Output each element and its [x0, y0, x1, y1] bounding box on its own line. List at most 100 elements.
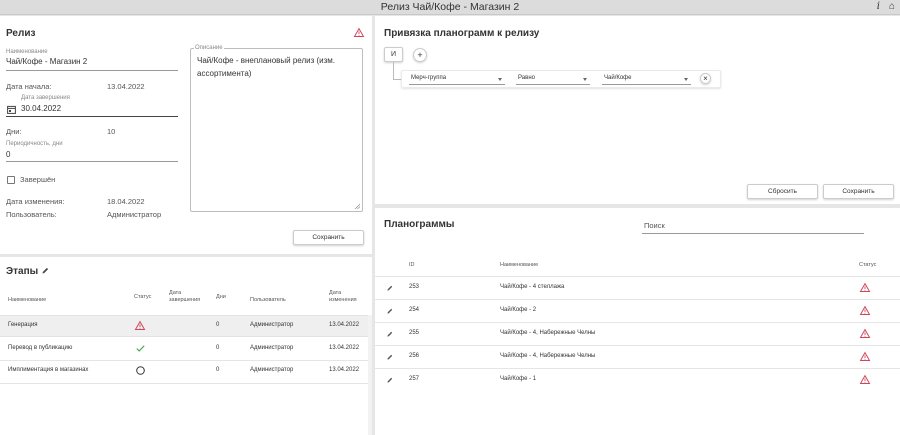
planogram-name: Чай/Кофе - 1	[500, 376, 537, 382]
planogram-id: 257	[409, 376, 420, 382]
stages-col-days: Дни	[216, 294, 226, 300]
end-date-field[interactable]: 30.04.2022	[21, 104, 61, 113]
stage-row[interactable]	[0, 315, 368, 337]
stage-done-icon	[136, 345, 145, 352]
stage-days: 0	[216, 322, 220, 328]
edit-planogram-icon[interactable]	[387, 377, 393, 383]
description-label: Описание	[194, 45, 224, 51]
stage-user: Администратор	[250, 322, 294, 328]
planogram-warning-icon	[859, 328, 871, 338]
release-panel: Релиз Наименование Чай/Кофе - Магазин 2 …	[0, 16, 372, 254]
planogram-id: 254	[409, 307, 420, 313]
edit-planogram-icon[interactable]	[387, 285, 393, 291]
period-label: Периодичность, дни	[6, 141, 63, 147]
operator-select[interactable]: Равно	[518, 75, 535, 81]
edit-planogram-icon[interactable]	[387, 308, 393, 314]
changed-value: 18.04.2022	[107, 197, 145, 206]
stages-col-name: Наименование	[8, 297, 47, 303]
field-select-chevron-icon[interactable]	[498, 78, 502, 81]
add-condition-button[interactable]: +	[413, 48, 427, 62]
stages-col-status: Статус	[134, 294, 152, 300]
planogram-row[interactable]: 256 Чай/Кофе - 4, Набережные Челны	[375, 346, 900, 368]
planogram-warning-icon	[859, 351, 871, 361]
completed-label: Завершён	[20, 175, 56, 184]
planogram-row[interactable]: 253 Чай/Кофе - 4 стеллажа	[375, 277, 900, 299]
start-value: 13.04.2022	[107, 82, 145, 91]
planogram-name: Чай/Кофе - 4, Набережные Челны	[500, 353, 596, 359]
stage-pending-icon	[136, 366, 145, 375]
search-underline	[642, 233, 864, 234]
planogram-row[interactable]: 254 Чай/Кофе - 2	[375, 300, 900, 322]
row-divider	[0, 360, 368, 361]
edit-stages-icon[interactable]	[42, 267, 49, 274]
user-value: Администратор	[107, 210, 162, 219]
planogram-row[interactable]: 255 Чай/Кофе - 4, Набережные Челны	[375, 323, 900, 345]
row-divider	[0, 383, 368, 384]
condition-row	[401, 70, 721, 88]
planogram-warning-icon	[859, 374, 871, 384]
stage-changed: 13.04.2022	[329, 367, 360, 373]
completed-checkbox[interactable]	[7, 176, 15, 184]
filter-select-underline	[602, 84, 691, 85]
filter-select-chevron-icon[interactable]	[684, 78, 688, 81]
planogram-id: 255	[409, 330, 420, 336]
planogram-name: Чай/Кофе - 4 стеллажа	[500, 284, 565, 290]
stages-col-user: Пользователь	[250, 297, 286, 303]
stage-name: Имплиментация в магазинах	[8, 367, 89, 373]
clear-condition-button[interactable]: ×	[700, 73, 711, 84]
changed-label: Дата изменения:	[6, 197, 65, 206]
release-warning-icon	[353, 27, 365, 37]
search-input[interactable]: Поиск	[644, 221, 665, 230]
home-icon[interactable]: ⌂	[889, 1, 895, 12]
field-select[interactable]: Мерч-группа	[411, 75, 446, 81]
binding-save-button[interactable]: Сохранить	[823, 184, 894, 199]
stage-name: Генерация	[8, 322, 38, 328]
planogram-id: 253	[409, 284, 420, 290]
end-date-underline	[6, 116, 178, 117]
period-field[interactable]: 0	[6, 150, 10, 159]
stage-name: Перевод в публикацию	[8, 345, 73, 351]
filter-select[interactable]: Чай/Кофе	[604, 75, 631, 81]
stage-user: Администратор	[250, 345, 294, 351]
stage-changed: 13.04.2022	[329, 345, 360, 351]
description-value: Чай/Кофе - внеплановый релиз (изм. ассор…	[197, 56, 336, 78]
stage-days: 0	[216, 345, 220, 351]
edit-planogram-icon[interactable]	[387, 331, 393, 337]
info-icon[interactable]: i	[877, 1, 880, 12]
resize-handle-icon[interactable]	[354, 203, 361, 210]
planogram-name: Чай/Кофе - 2	[500, 307, 537, 313]
window-titlebar: Релиз Чай/Кофе - Магазин 2 i ⌂	[0, 0, 900, 15]
planograms-col-name: Наименование	[500, 262, 539, 268]
window-title: Релиз Чай/Кофе - Магазин 2	[380, 1, 520, 13]
planogram-warning-icon	[859, 305, 871, 315]
planograms-col-status: Статус	[859, 262, 877, 268]
period-underline	[6, 161, 178, 162]
and-button[interactable]: И	[384, 47, 403, 62]
stage-warning-icon	[134, 320, 146, 330]
stages-title: Этапы	[6, 266, 39, 277]
release-save-button[interactable]: Сохранить	[293, 230, 364, 245]
reset-button[interactable]: Сбросить	[747, 184, 818, 199]
stages-panel: Этапы Наименование Статус Дата завершени…	[0, 257, 372, 435]
user-label: Пользователь:	[6, 210, 57, 219]
end-label: Дата завершения	[21, 95, 70, 101]
name-underline	[6, 70, 178, 71]
planogram-row[interactable]: 257 Чай/Кофе - 1	[375, 369, 900, 391]
planogram-warning-icon	[859, 282, 871, 292]
operator-select-underline	[516, 84, 590, 85]
binding-panel: Привязка планограмм к релизу И + Мерч-гр…	[375, 16, 900, 204]
left-scrollbar[interactable]	[368, 315, 372, 435]
binding-title: Привязка планограмм к релизу	[384, 28, 540, 39]
calendar-icon[interactable]	[7, 105, 16, 114]
name-field[interactable]: Чай/Кофе - Магазин 2	[6, 57, 87, 66]
description-textarea[interactable]: Чай/Кофе - внеплановый релиз (изм. ассор…	[190, 48, 363, 212]
days-label: Дни:	[6, 127, 22, 136]
start-label: Дата начала:	[6, 82, 52, 91]
field-select-underline	[409, 84, 505, 85]
release-title: Релиз	[6, 28, 36, 39]
stage-user: Администратор	[250, 367, 294, 373]
name-label: Наименование	[6, 49, 48, 55]
planograms-panel: Планограммы Поиск ID Наименование Статус…	[375, 208, 900, 435]
edit-planogram-icon[interactable]	[387, 354, 393, 360]
operator-select-chevron-icon[interactable]	[583, 78, 587, 81]
